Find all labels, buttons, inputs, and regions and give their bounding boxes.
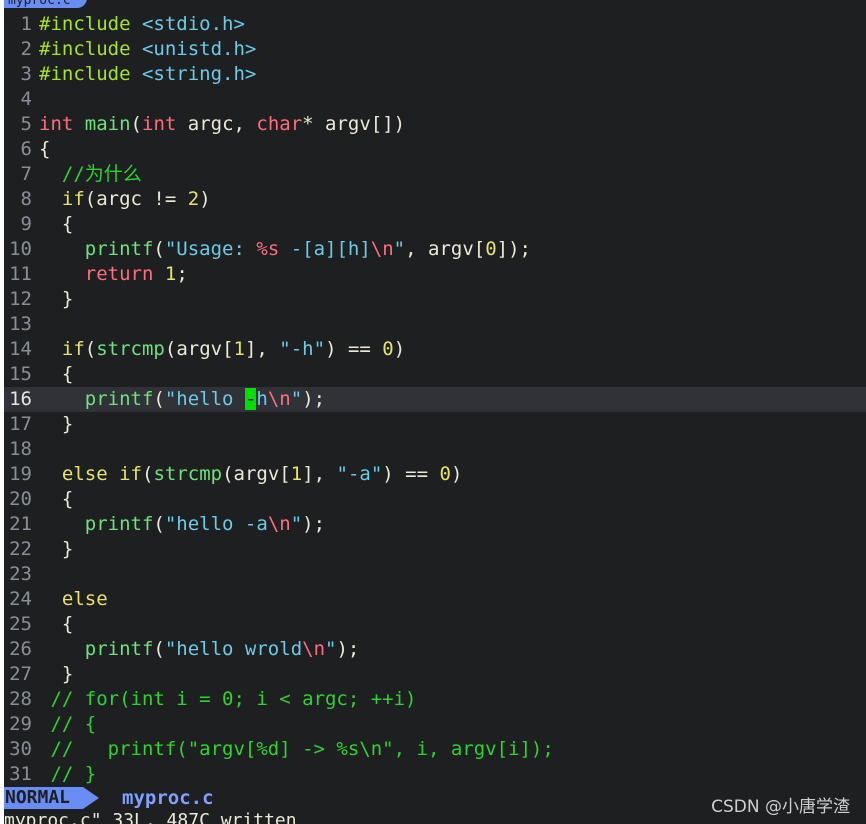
code-line[interactable]: 22 } — [4, 537, 866, 562]
line-text: int main(int argc, char* argv[]) — [39, 113, 406, 135]
line-text: { — [39, 488, 74, 510]
line-text: // } — [50, 763, 97, 785]
line-number: 29 — [9, 713, 32, 735]
line-number: 27 — [9, 663, 32, 685]
code-line[interactable]: 12 } — [4, 287, 866, 312]
code-line[interactable]: 24 else — [4, 587, 866, 612]
line-text: { — [39, 213, 74, 235]
line-text: printf("hello -a\n"); — [84, 513, 326, 535]
line-text: printf("Usage: %s -[a][h]\n", argv[0]); — [84, 238, 531, 260]
code-line[interactable]: 11 return 1; — [4, 262, 866, 287]
code-line[interactable]: 16 printf("hello -h\n"); — [4, 387, 866, 412]
code-line[interactable]: 18 — [4, 437, 866, 462]
line-text: #include <stdio.h> — [39, 13, 245, 35]
mode-indicator: NORMAL — [4, 787, 83, 809]
code-line[interactable]: 2 #include <unistd.h> — [4, 37, 866, 62]
line-number: 8 — [20, 188, 32, 210]
code-line[interactable]: 29 // { — [4, 712, 866, 737]
line-text: if(argc != 2) — [61, 188, 211, 210]
line-text: printf("hello wrold\n"); — [84, 638, 360, 660]
line-number: 7 — [20, 163, 32, 185]
tabline: myproc.c — [4, 0, 866, 9]
watermark: CSDN @小唐学渣 — [711, 797, 850, 817]
line-text: #include <unistd.h> — [39, 38, 257, 60]
line-number: 3 — [20, 63, 32, 85]
line-text: else — [61, 588, 108, 610]
line-text: // printf("argv[%d] -> %s\n", i, argv[i]… — [50, 738, 554, 760]
line-text: return 1; — [84, 263, 188, 285]
line-number: 10 — [9, 238, 32, 260]
line-text: else if(strcmp(argv[1], "-a") == 0) — [61, 463, 463, 485]
line-number: 9 — [20, 213, 32, 235]
line-number: 2 — [20, 38, 32, 60]
line-number: 30 — [9, 738, 32, 760]
line-text: printf("hello -h\n"); — [84, 388, 326, 410]
line-text: { — [39, 138, 51, 160]
line-number: 4 — [20, 88, 32, 110]
vim-editor[interactable]: myproc.c 1 #include <stdio.h> 2 #include <u… — [4, 0, 866, 824]
line-number: 11 — [9, 263, 32, 285]
line-text: if(strcmp(argv[1], "-h") == 0) — [61, 338, 406, 360]
line-number: 24 — [9, 588, 32, 610]
line-number: 31 — [9, 763, 32, 785]
mode-separator-arrow-icon — [83, 787, 99, 809]
code-line[interactable]: 7 //为什么 — [4, 162, 866, 187]
line-text: } — [39, 538, 74, 560]
line-text: } — [39, 663, 74, 685]
buffer-tab[interactable]: myproc.c — [4, 0, 87, 8]
line-number: 18 — [9, 438, 32, 460]
line-number: 21 — [9, 513, 32, 535]
line-text: } — [39, 413, 74, 435]
line-text: { — [39, 363, 74, 385]
code-line[interactable]: 4 — [4, 87, 866, 112]
code-line[interactable]: 30 // printf("argv[%d] -> %s\n", i, argv… — [4, 737, 866, 762]
code-line[interactable]: 23 — [4, 562, 866, 587]
status-filename: myproc.c — [122, 787, 214, 809]
code-line[interactable]: 25 { — [4, 612, 866, 637]
code-area[interactable]: 1 #include <stdio.h> 2 #include <unistd.h> 3… — [4, 12, 866, 787]
line-number: 22 — [9, 538, 32, 560]
code-line[interactable]: 28 // for(int i = 0; i < argc; ++i) — [4, 687, 866, 712]
line-text: { — [39, 613, 74, 635]
line-text: #include <string.h> — [39, 63, 257, 85]
line-number: 17 — [9, 413, 32, 435]
code-line[interactable]: 26 printf("hello wrold\n"); — [4, 637, 866, 662]
code-line[interactable]: 20 { — [4, 487, 866, 512]
code-line[interactable]: 27 } — [4, 662, 866, 687]
code-line[interactable]: 13 — [4, 312, 866, 337]
line-number: 14 — [9, 338, 32, 360]
code-line[interactable]: 14 if(strcmp(argv[1], "-h") == 0) — [4, 337, 866, 362]
line-number: 26 — [9, 638, 32, 660]
code-line[interactable]: 21 printf("hello -a\n"); — [4, 512, 866, 537]
line-number: 28 — [9, 688, 32, 710]
line-number: 1 — [20, 13, 32, 35]
line-number: 13 — [9, 313, 32, 335]
code-line[interactable]: 10 printf("Usage: %s -[a][h]\n", argv[0]… — [4, 237, 866, 262]
line-text: // { — [50, 713, 97, 735]
command-line[interactable]: myproc.c" 33L, 487C written — [4, 811, 297, 824]
line-number: 16 — [9, 388, 32, 410]
code-line[interactable]: 1 #include <stdio.h> — [4, 12, 866, 37]
line-text: // for(int i = 0; i < argc; ++i) — [50, 688, 417, 710]
code-line[interactable]: 9 { — [4, 212, 866, 237]
code-line[interactable]: 19 else if(strcmp(argv[1], "-a") == 0) — [4, 462, 866, 487]
code-line[interactable]: 31 // } — [4, 762, 866, 787]
line-number: 6 — [20, 138, 32, 160]
line-text: //为什么 — [61, 163, 142, 185]
line-text: } — [39, 288, 74, 310]
line-number: 23 — [9, 563, 32, 585]
line-number: 25 — [9, 613, 32, 635]
line-number: 19 — [9, 463, 32, 485]
code-line[interactable]: 17 } — [4, 412, 866, 437]
line-number: 15 — [9, 363, 32, 385]
code-line[interactable]: 8 if(argc != 2) — [4, 187, 866, 212]
line-number: 20 — [9, 488, 32, 510]
code-line[interactable]: 5 int main(int argc, char* argv[]) — [4, 112, 866, 137]
line-number: 5 — [20, 113, 32, 135]
code-line[interactable]: 6{ — [4, 137, 866, 162]
code-line[interactable]: 3 #include <string.h> — [4, 62, 866, 87]
line-number: 12 — [9, 288, 32, 310]
code-line[interactable]: 15 { — [4, 362, 866, 387]
